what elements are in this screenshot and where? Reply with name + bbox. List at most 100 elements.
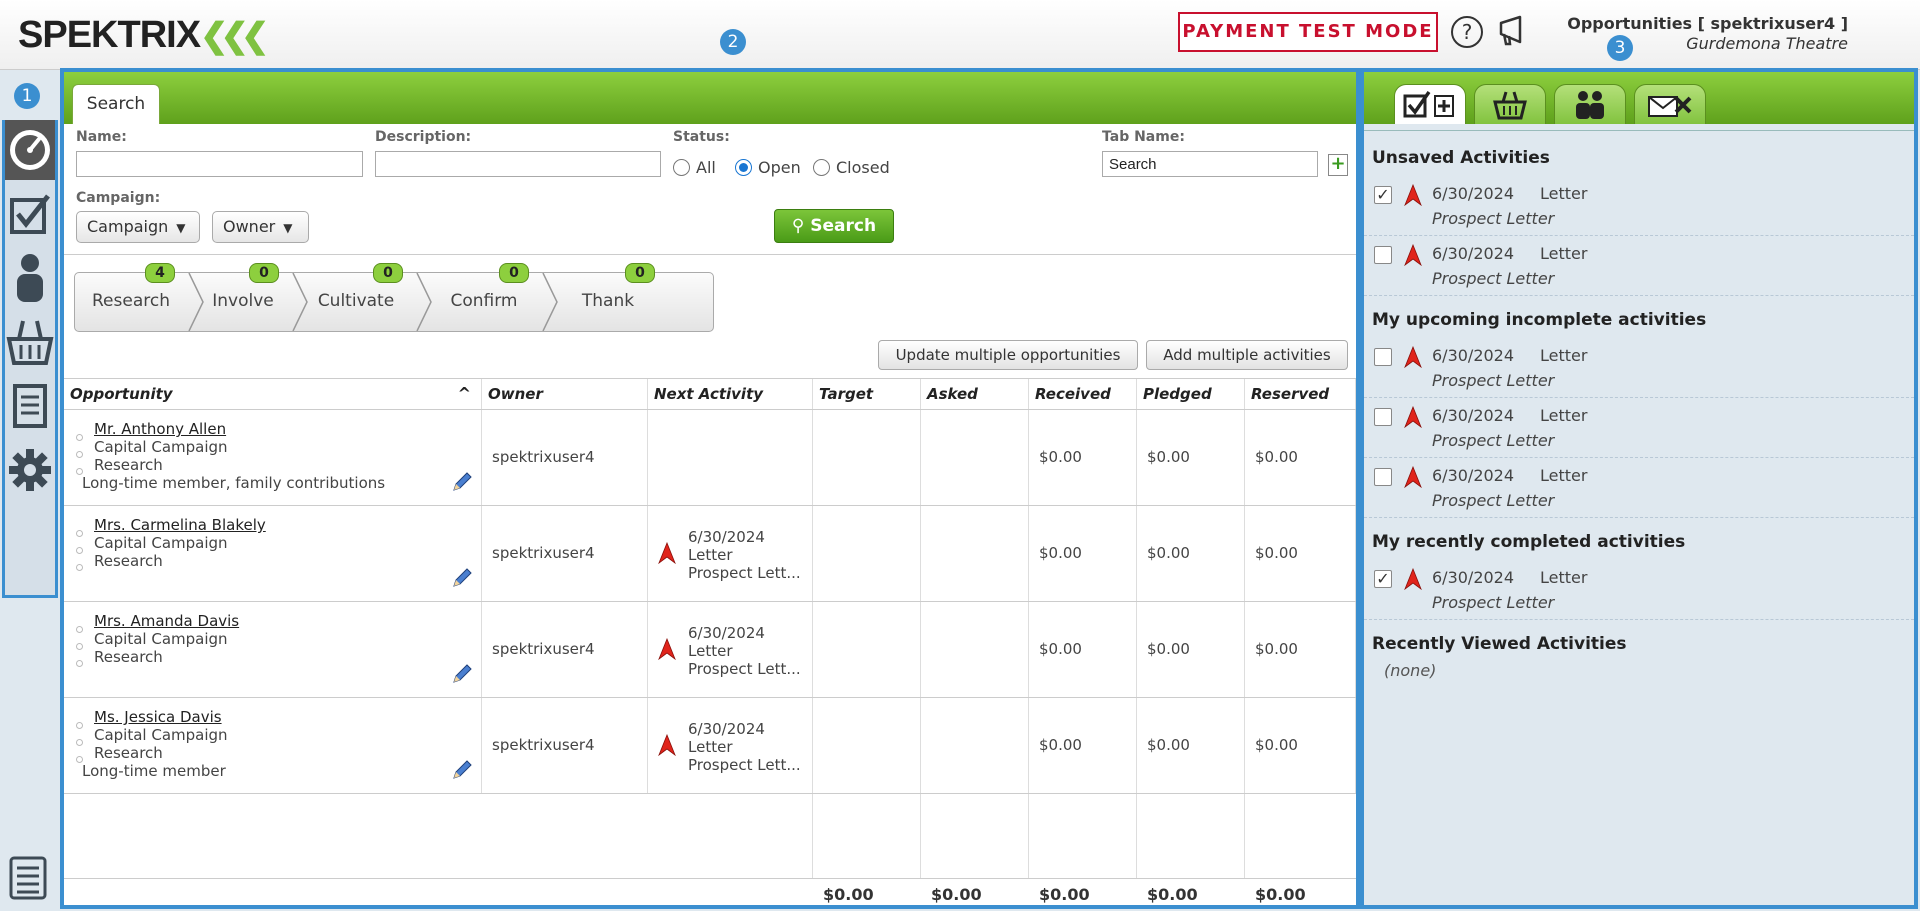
column-header-asked[interactable]: Asked xyxy=(921,379,1029,409)
radio-label: Closed xyxy=(836,158,890,177)
chevron-down-icon: ▼ xyxy=(176,221,186,235)
add-multiple-activities-button[interactable]: Add multiple activities xyxy=(1146,340,1348,370)
activities-icon[interactable] xyxy=(5,184,55,244)
owner-cell: spektrixuser4 xyxy=(482,410,648,505)
panel-toggle-icon[interactable] xyxy=(8,855,52,903)
name-label: Name: xyxy=(76,129,127,145)
pledged-cell: $0.00 xyxy=(1137,506,1245,601)
next-activity-description: Prospect Lett... xyxy=(688,564,801,582)
activity-item[interactable]: ✓ 6/30/2024 Letter Prospect Letter xyxy=(1364,176,1914,236)
column-header-pledged[interactable]: Pledged xyxy=(1137,379,1245,409)
activity-item[interactable]: ✓ 6/30/2024 Letter Prospect Letter xyxy=(1364,560,1914,620)
next-activity-details[interactable]: 6/30/2024 Letter Prospect Lett... xyxy=(688,528,801,582)
activity-checkbox[interactable]: ✓ xyxy=(1374,186,1392,204)
received-cell: $0.00 xyxy=(1029,602,1137,697)
target-cell xyxy=(813,698,921,793)
tab-search[interactable]: Search xyxy=(72,84,160,124)
tab-name-input[interactable] xyxy=(1102,151,1318,177)
activity-type: Letter xyxy=(1540,184,1588,203)
campaign-dropdown-value: Campaign xyxy=(87,217,169,236)
column-header-received[interactable]: Received xyxy=(1029,379,1137,409)
owner-dropdown-value: Owner xyxy=(223,217,276,236)
column-divider xyxy=(812,794,813,878)
reserved-value: $0.00 xyxy=(1255,640,1298,658)
pipeline-stage-involve[interactable]: Involve xyxy=(195,273,291,331)
next-activity-date: 6/30/2024 xyxy=(688,624,765,642)
column-header-opportunity[interactable]: Opportunity ^ xyxy=(64,379,482,409)
status-closed-radio[interactable]: Closed xyxy=(813,158,890,177)
edit-pencil-icon[interactable] xyxy=(450,758,474,782)
status-all-radio[interactable]: All xyxy=(673,158,716,177)
mail-icon[interactable] xyxy=(1634,84,1706,124)
edit-pencil-icon[interactable] xyxy=(450,662,474,686)
activity-item[interactable]: 6/30/2024 Letter Prospect Letter xyxy=(1364,458,1914,518)
status-open-radio[interactable]: Open xyxy=(735,158,801,177)
column-divider xyxy=(1244,794,1245,878)
column-header-target[interactable]: Target xyxy=(813,379,921,409)
activity-item[interactable]: 6/30/2024 Letter Prospect Letter xyxy=(1364,236,1914,296)
asked-cell xyxy=(921,602,1029,697)
opportunity-name-link[interactable]: Mrs. Amanda Davis xyxy=(94,612,239,630)
next-activity-details[interactable]: 6/30/2024 Letter Prospect Lett... xyxy=(688,624,801,678)
next-activity-date: 6/30/2024 xyxy=(688,720,765,738)
contacts-icon[interactable] xyxy=(5,248,55,308)
priority-flag-icon xyxy=(1404,465,1422,489)
column-header-label: Opportunity xyxy=(70,385,173,403)
activity-item[interactable]: 6/30/2024 Letter Prospect Letter xyxy=(1364,338,1914,398)
table-totals: $0.00 $0.00 $0.00 $0.00 $0.00 xyxy=(64,878,1356,911)
received-value: $0.00 xyxy=(1039,736,1082,754)
opportunity-name-link[interactable]: Mr. Anthony Allen xyxy=(94,420,226,438)
description-input[interactable] xyxy=(375,151,661,177)
top-header: SPEKTRIX❮❮❮ PAYMENT TEST MODE ? Opportun… xyxy=(0,0,1920,70)
activity-type: Letter xyxy=(1540,466,1588,485)
activity-item[interactable]: 6/30/2024 Letter Prospect Letter xyxy=(1364,398,1914,458)
activity-checkbox[interactable] xyxy=(1374,468,1392,486)
campaign-dropdown[interactable]: Campaign ▼ xyxy=(76,211,200,243)
edit-pencil-icon[interactable] xyxy=(450,566,474,590)
name-input[interactable] xyxy=(76,151,363,177)
contacts-icon[interactable] xyxy=(1554,84,1626,124)
radio-dot xyxy=(735,159,752,176)
opportunity-name-link[interactable]: Ms. Jessica Davis xyxy=(94,708,222,726)
tab-name-label: Tab Name: xyxy=(1102,129,1185,145)
activity-checkbox[interactable] xyxy=(1374,408,1392,426)
activity-checkbox[interactable] xyxy=(1374,348,1392,366)
reports-icon[interactable] xyxy=(5,376,55,436)
update-multiple-opportunities-button[interactable]: Update multiple opportunities xyxy=(878,340,1138,370)
opportunity-name-link[interactable]: Mrs. Carmelina Blakely xyxy=(94,516,266,534)
activity-checkbox[interactable] xyxy=(1374,246,1392,264)
settings-icon[interactable] xyxy=(5,440,55,500)
column-header-owner[interactable]: Owner xyxy=(482,379,648,409)
edit-pencil-icon[interactable] xyxy=(450,470,474,494)
opportunity-cell: Mrs. Carmelina Blakely Capital Campaign Re… xyxy=(64,506,482,601)
sort-ascending-icon[interactable]: ^ xyxy=(458,379,471,409)
help-icon[interactable]: ? xyxy=(1451,16,1483,48)
basket-icon[interactable] xyxy=(5,312,55,372)
next-activity-description: Prospect Lett... xyxy=(688,660,801,678)
basket-icon[interactable] xyxy=(1474,84,1546,124)
received-cell: $0.00 xyxy=(1029,410,1137,505)
asked-cell xyxy=(921,506,1029,601)
column-header-next-activity[interactable]: Next Activity xyxy=(648,379,813,409)
column-header-label: Asked xyxy=(927,385,978,403)
column-header-reserved[interactable]: Reserved xyxy=(1245,379,1356,409)
received-cell: $0.00 xyxy=(1029,506,1137,601)
received-value: $0.00 xyxy=(1039,640,1082,658)
priority-flag-icon xyxy=(1404,345,1422,369)
recently-viewed-heading: Recently Viewed Activities xyxy=(1372,634,1627,654)
pipeline-stages: Research 4 Involve 0 Cultivate 0 Confirm 0 Thank… xyxy=(74,263,714,332)
activity-checkbox[interactable]: ✓ xyxy=(1374,570,1392,588)
opportunities-panel: Search Name: Description: Status: All Op… xyxy=(60,68,1360,909)
column-header-label: Next Activity xyxy=(654,385,764,403)
search-button[interactable]: ⚲ Search xyxy=(774,209,894,243)
owner-dropdown[interactable]: Owner ▼ xyxy=(212,211,309,243)
logo-text: SPEKTRIX xyxy=(18,14,201,56)
spektrix-logo[interactable]: SPEKTRIX❮❮❮ xyxy=(18,14,270,57)
next-activity-details[interactable]: 6/30/2024 Letter Prospect Lett... xyxy=(688,720,801,774)
activity-description: Prospect Letter xyxy=(1432,593,1555,612)
owner-cell: spektrixuser4 xyxy=(482,506,648,601)
add-tab-icon[interactable]: + xyxy=(1328,154,1348,176)
activities-add-icon[interactable] xyxy=(1394,84,1466,124)
dashboard-icon[interactable] xyxy=(5,120,55,180)
megaphone-icon[interactable] xyxy=(1496,14,1530,50)
